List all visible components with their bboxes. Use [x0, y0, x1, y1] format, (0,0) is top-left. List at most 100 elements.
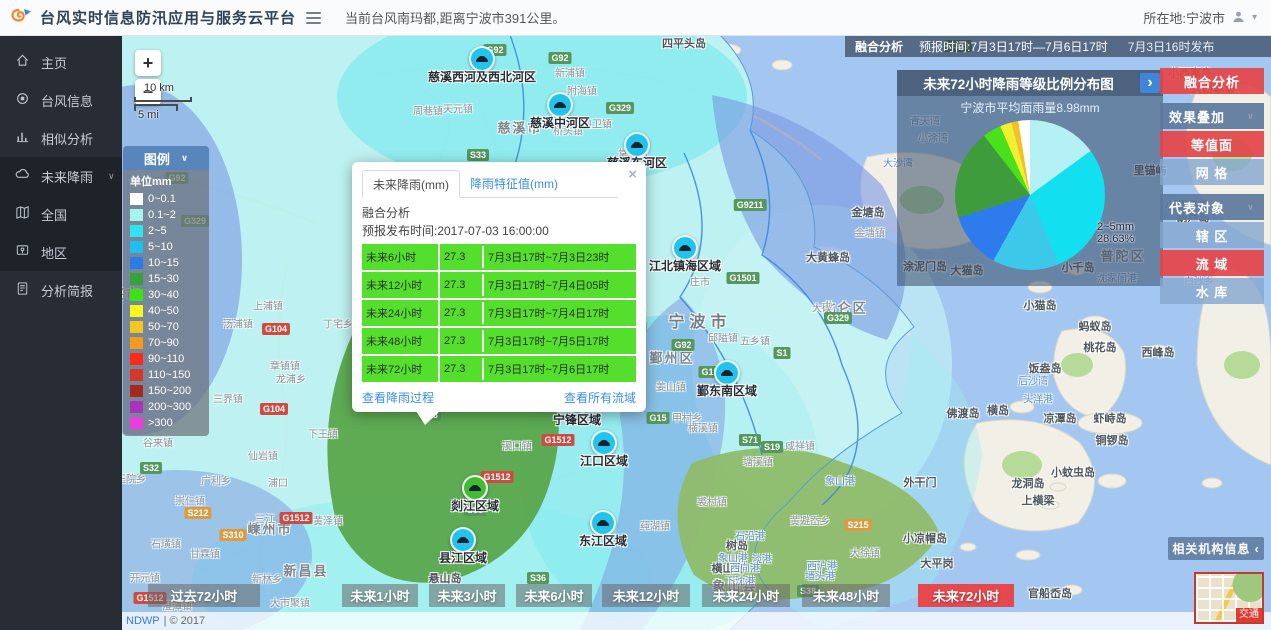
- row-period: 未来12小时: [362, 272, 440, 298]
- row-range: 7月3日17时~7月6日17时: [484, 356, 636, 382]
- time-button[interactable]: 过去72小时: [148, 584, 260, 607]
- group-gap: [1160, 306, 1264, 313]
- layer-toggle-button[interactable]: 网 格: [1160, 159, 1264, 185]
- legend-range-label: 110~150: [148, 369, 190, 381]
- boat-icon: [720, 368, 734, 378]
- legend-range-label: 0~0.1: [148, 193, 176, 205]
- legend-range-label: 150~200: [148, 385, 191, 397]
- fusion-analysis-button[interactable]: 融合分析: [1160, 68, 1264, 94]
- time-button[interactable]: 未来3小时: [429, 584, 505, 607]
- home-icon: [15, 53, 30, 71]
- layer-toggle-button[interactable]: 等值面: [1160, 131, 1264, 157]
- row-value: 27.3: [440, 302, 484, 324]
- basin-marker-label[interactable]: 江口区域: [580, 452, 628, 469]
- layer-group-label: 代表对象: [1169, 198, 1225, 217]
- sidebar-item-region[interactable]: 地区: [0, 233, 122, 271]
- boat-icon: [553, 100, 567, 110]
- rain-level-pie-chart[interactable]: [955, 120, 1105, 270]
- row-range: 7月3日17时~7月3日23时: [484, 244, 636, 270]
- legend-item: 200~300: [123, 399, 209, 415]
- location-box[interactable]: 所在地:宁波市 ▾: [1143, 8, 1257, 27]
- popup-close-icon[interactable]: ×: [628, 167, 637, 182]
- traffic-badge: 交通: [1236, 608, 1262, 622]
- basin-marker-label[interactable]: 慈溪西河及西北河区: [428, 68, 536, 85]
- menu-toggle-icon[interactable]: [306, 12, 321, 24]
- row-value: 27.3: [440, 330, 484, 352]
- group-gap: [1160, 187, 1264, 194]
- legend-collapse-icon[interactable]: ∨: [181, 153, 188, 164]
- legend-swatch: [130, 257, 143, 269]
- layer-group-header[interactable]: 效果叠加 ∨: [1160, 103, 1264, 129]
- sidebar-item-future-rain[interactable]: 未来降雨∨: [0, 157, 122, 195]
- user-icon[interactable]: [1231, 9, 1246, 27]
- map-attribution: NDWP | © 2017: [122, 612, 1271, 630]
- layer-toggle-button[interactable]: 辖 区: [1160, 222, 1264, 248]
- sidebar-item-home[interactable]: 主页: [0, 43, 122, 81]
- basin-marker-label[interactable]: 鄞东南区域: [697, 382, 757, 399]
- basin-marker-label[interactable]: 剡江区域: [451, 497, 499, 514]
- time-button[interactable]: 未来1小时: [342, 584, 418, 607]
- row-value: 27.3: [440, 274, 484, 296]
- pie-panel-expand-button[interactable]: ›: [1140, 73, 1160, 93]
- popup-tab[interactable]: 未来降雨(mm): [362, 170, 460, 198]
- layer-group-label: 效果叠加: [1169, 107, 1225, 126]
- layer-group-header[interactable]: 代表对象 ∨: [1160, 194, 1264, 220]
- row-range: 7月3日17时~7月4日05时: [484, 272, 636, 298]
- time-button[interactable]: 未来6小时: [516, 584, 592, 607]
- legend-title: 图例: [144, 149, 170, 168]
- sidebar-item-national[interactable]: 全国: [0, 195, 122, 233]
- legend-header[interactable]: 图例 ∨: [123, 146, 209, 170]
- legend-item: 90~110: [123, 351, 209, 367]
- legend-swatch: [130, 401, 143, 413]
- sidebar-nav: 主页台风信息相似分析未来降雨∨全国地区分析简报: [0, 35, 122, 630]
- popup-rain-row: 未来6小时27.37月3日17时~7月3日23时: [362, 244, 636, 270]
- basin-marker-label[interactable]: 宁锋区域: [553, 411, 601, 428]
- basin-marker-label[interactable]: 江北镇海区域: [649, 257, 721, 274]
- user-menu-caret-icon[interactable]: ▾: [1252, 12, 1257, 23]
- legend-range-label: 30~40: [148, 289, 179, 301]
- related-agencies-button[interactable]: 相关机构信息 ‹: [1168, 537, 1264, 560]
- row-period: 未来72小时: [362, 356, 440, 382]
- chevron-down-icon: ∨: [1247, 111, 1255, 122]
- map-canvas[interactable]: 宁波市鄞州区北仑区普陀区象山县嵊州市新昌县慈溪市兴市上浦镇汤浦镇丁宅乡章镇镇龙浦…: [122, 35, 1271, 630]
- time-button[interactable]: 未来48小时: [802, 584, 890, 607]
- boat-icon: [678, 243, 692, 253]
- popup-tab[interactable]: 降雨特征值(mm): [460, 170, 568, 197]
- time-button[interactable]: 未来12小时: [602, 584, 690, 607]
- sidebar-item-typhoon[interactable]: 台风信息: [0, 81, 122, 119]
- scale-km-label: 10 km: [144, 82, 174, 94]
- sidebar-item-report[interactable]: 分析简报: [0, 271, 122, 309]
- legend-range-label: 5~10: [148, 241, 173, 253]
- legend-swatch: [130, 353, 143, 365]
- row-period: 未来6小时: [362, 244, 440, 270]
- boat-icon: [630, 140, 644, 150]
- layer-toggle-button[interactable]: 水 库: [1160, 278, 1264, 304]
- legend-swatch: [130, 369, 143, 381]
- time-button[interactable]: 未来24小时: [702, 584, 790, 607]
- sidebar-item-label: 地区: [41, 243, 67, 262]
- view-rain-process-link[interactable]: 查看降雨过程: [362, 389, 434, 406]
- boat-icon: [456, 535, 470, 545]
- view-all-basins-link[interactable]: 查看所有流域: [564, 389, 636, 406]
- boat-icon: [596, 518, 610, 528]
- sidebar-item-similar[interactable]: 相似分析: [0, 119, 122, 157]
- minimap-traffic-thumbnail[interactable]: 交通: [1194, 572, 1264, 624]
- legend-swatch: [130, 337, 143, 349]
- row-value: 27.3: [440, 246, 484, 268]
- boat-icon: [468, 483, 482, 493]
- legend-swatch: [130, 241, 143, 253]
- app-title: 台风实时信息防汛应用与服务云平台: [40, 7, 296, 28]
- chevron-down-icon: ∨: [1247, 202, 1255, 213]
- basin-marker-label[interactable]: 县江区域: [439, 549, 487, 566]
- basin-marker-label[interactable]: 东江区域: [579, 532, 627, 549]
- legend-item: 10~15: [123, 255, 209, 271]
- attribution-brand[interactable]: NDWP: [126, 615, 160, 627]
- sidebar-item-label: 主页: [41, 53, 67, 72]
- time-button[interactable]: 未来72小时: [918, 584, 1014, 607]
- basin-marker-label[interactable]: 慈溪中河区: [530, 114, 590, 131]
- typhoon-status-text: 当前台风南玛都,距离宁波市391公里。: [345, 8, 565, 27]
- zoom-in-button[interactable]: +: [135, 50, 161, 76]
- legend-item: >300: [123, 415, 209, 431]
- popup-publish-time: 预报发布时间:2017-07-03 16:00:00: [362, 222, 636, 239]
- layer-toggle-button[interactable]: 流 域: [1160, 250, 1264, 276]
